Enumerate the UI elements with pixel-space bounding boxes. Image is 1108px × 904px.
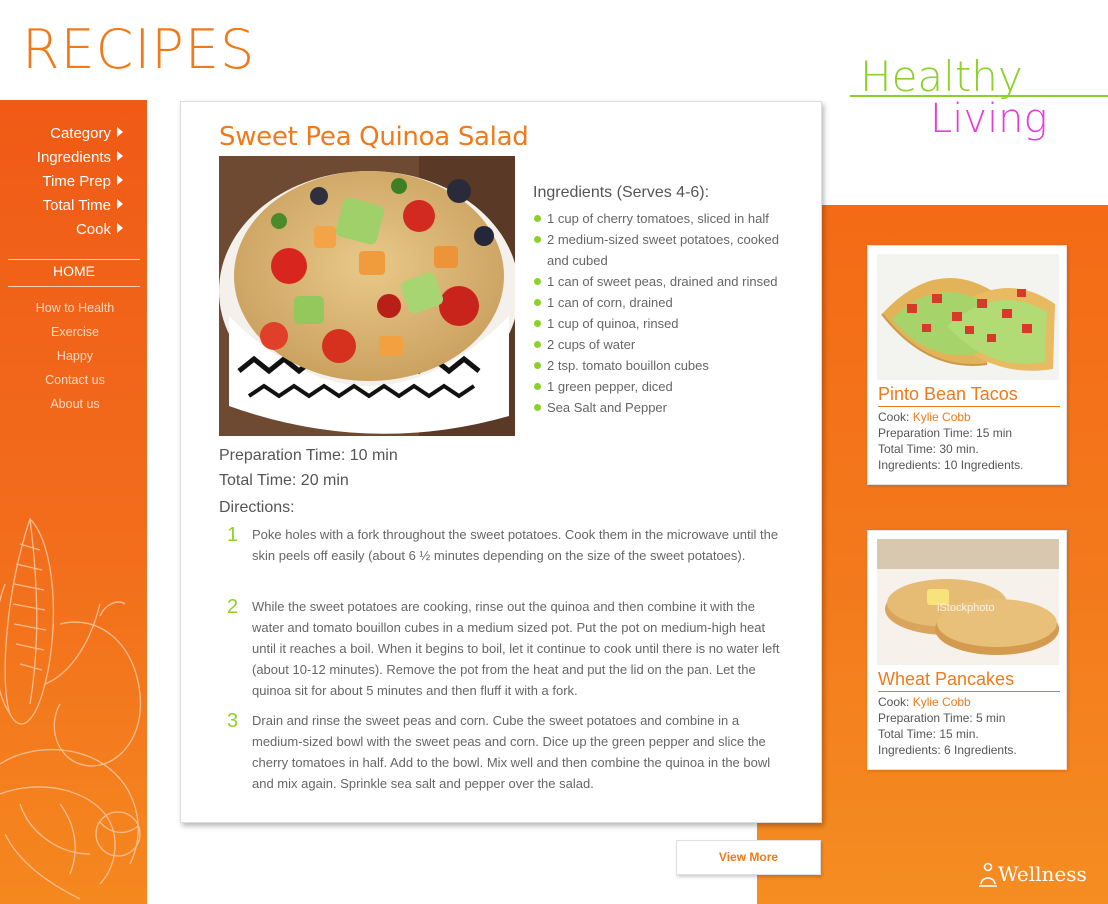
caret-right-icon <box>117 175 123 185</box>
total-time: Total Time: 30 min. <box>878 442 979 456</box>
sidebar-filters: Category Ingredients Time Prep Total Tim… <box>37 122 123 242</box>
step-text: While the sweet potatoes are cooking, ri… <box>252 599 780 698</box>
ingredient-item: 1 can of corn, drained <box>533 292 795 313</box>
cook-line: Cook: Kylie Cobb <box>878 409 1023 425</box>
nav-link-happy[interactable]: Happy <box>0 344 147 368</box>
page-title: RECIPES <box>22 18 256 81</box>
filter-label: Total Time <box>42 197 111 214</box>
filter-label: Time Prep <box>42 173 111 190</box>
side-recipe-meta: Cook: Kylie Cobb Preparation Time: 5 min… <box>878 694 1017 758</box>
side-recipe-title[interactable]: Wheat Pancakes <box>878 669 1060 692</box>
view-more-button[interactable]: View More <box>676 840 821 875</box>
side-recipe-card[interactable]: iStockphoto Wheat Pancakes Cook: Kylie C… <box>867 530 1067 770</box>
caret-right-icon <box>117 151 123 161</box>
divider <box>8 259 140 260</box>
cook-line: Cook: Kylie Cobb <box>878 694 1017 710</box>
cook-name[interactable]: Kylie Cobb <box>913 410 971 424</box>
ingredient-item: 1 can of sweet peas, drained and rinsed <box>533 271 795 292</box>
filter-category[interactable]: Category <box>37 122 123 146</box>
wellness-logo: Wellness <box>978 860 1098 890</box>
ingredient-count: Ingredients: 6 Ingredients. <box>878 743 1017 757</box>
recipe-photo <box>219 156 515 436</box>
filter-total-time[interactable]: Total Time <box>37 194 123 218</box>
nav-link-how-to-health[interactable]: How to Health <box>0 296 147 320</box>
tagline-healthy: Healthy <box>860 52 1023 101</box>
recipe-card: Sweet Pea Quinoa Salad Ingredients (Serv… <box>180 101 822 823</box>
ingredients-list: 1 cup of cherry tomatoes, sliced in half… <box>533 208 795 418</box>
nav-link-contact-us[interactable]: Contact us <box>0 368 147 392</box>
side-recipe-title[interactable]: Pinto Bean Tacos <box>878 384 1060 407</box>
step-number: 3 <box>227 710 239 732</box>
step-text: Poke holes with a fork throughout the sw… <box>252 527 779 563</box>
ingredient-item: 1 cup of quinoa, rinsed <box>533 313 795 334</box>
caret-right-icon <box>117 199 123 209</box>
step-number: 2 <box>227 596 239 618</box>
caret-right-icon <box>117 223 123 233</box>
cook-label: Cook: <box>878 695 910 709</box>
sidebar-links: How to Health Exercise Happy Contact us … <box>0 296 147 416</box>
prep-time: Preparation Time: 10 min <box>219 447 398 464</box>
cook-name[interactable]: Kylie Cobb <box>913 695 971 709</box>
total-time: Total Time: 20 min <box>219 472 349 489</box>
filter-label: Ingredients <box>36 149 111 166</box>
ingredient-item: 2 medium-sized sweet potatoes, cooked an… <box>533 229 795 271</box>
step-text: Drain and rinse the sweet peas and corn.… <box>252 713 771 791</box>
vegetable-line-art <box>0 517 142 900</box>
ingredient-count: Ingredients: 10 Ingredients. <box>878 458 1024 472</box>
side-recipe-photo <box>877 254 1059 380</box>
filter-label: Category <box>50 125 111 142</box>
ingredient-item: 1 green pepper, diced <box>533 376 795 397</box>
ingredients-heading: Ingredients (Serves 4-6): <box>533 184 710 201</box>
total-time: Total Time: 15 min. <box>878 727 979 741</box>
filter-time-prep[interactable]: Time Prep <box>37 170 123 194</box>
recipe-title: Sweet Pea Quinoa Salad <box>219 122 529 152</box>
side-recipe-meta: Cook: Kylie Cobb Preparation Time: 15 mi… <box>878 409 1023 473</box>
step-number: 1 <box>227 524 239 546</box>
divider <box>8 286 140 287</box>
filter-ingredients[interactable]: Ingredients <box>37 146 123 170</box>
nav-home[interactable]: HOME <box>8 263 140 279</box>
watermark-text: iStockphoto <box>937 602 994 614</box>
ingredient-item: Sea Salt and Pepper <box>533 397 795 418</box>
sidebar: Category Ingredients Time Prep Total Tim… <box>0 100 147 904</box>
prep-time: Preparation Time: 15 min <box>878 426 1013 440</box>
ingredient-item: 1 cup of cherry tomatoes, sliced in half <box>533 208 795 229</box>
nav-link-exercise[interactable]: Exercise <box>0 320 147 344</box>
ingredient-item: 2 tsp. tomato bouillon cubes <box>533 355 795 376</box>
filter-cook[interactable]: Cook <box>37 218 123 242</box>
directions-heading: Directions: <box>219 499 295 516</box>
wellness-logo-text: Wellness <box>998 862 1087 886</box>
cook-label: Cook: <box>878 410 910 424</box>
nav-link-about-us[interactable]: About us <box>0 392 147 416</box>
healthy-living-logo: Healthy Living <box>850 55 1108 145</box>
person-icon <box>979 862 997 887</box>
prep-time: Preparation Time: 5 min <box>878 711 1006 725</box>
filter-label: Cook <box>75 221 111 238</box>
ingredient-item: 2 cups of water <box>533 334 795 355</box>
side-recipe-card[interactable]: Pinto Bean Tacos Cook: Kylie Cobb Prepar… <box>867 245 1067 485</box>
tagline-living: Living <box>930 96 1048 142</box>
caret-right-icon <box>117 127 123 137</box>
side-recipe-photo: iStockphoto <box>877 539 1059 665</box>
